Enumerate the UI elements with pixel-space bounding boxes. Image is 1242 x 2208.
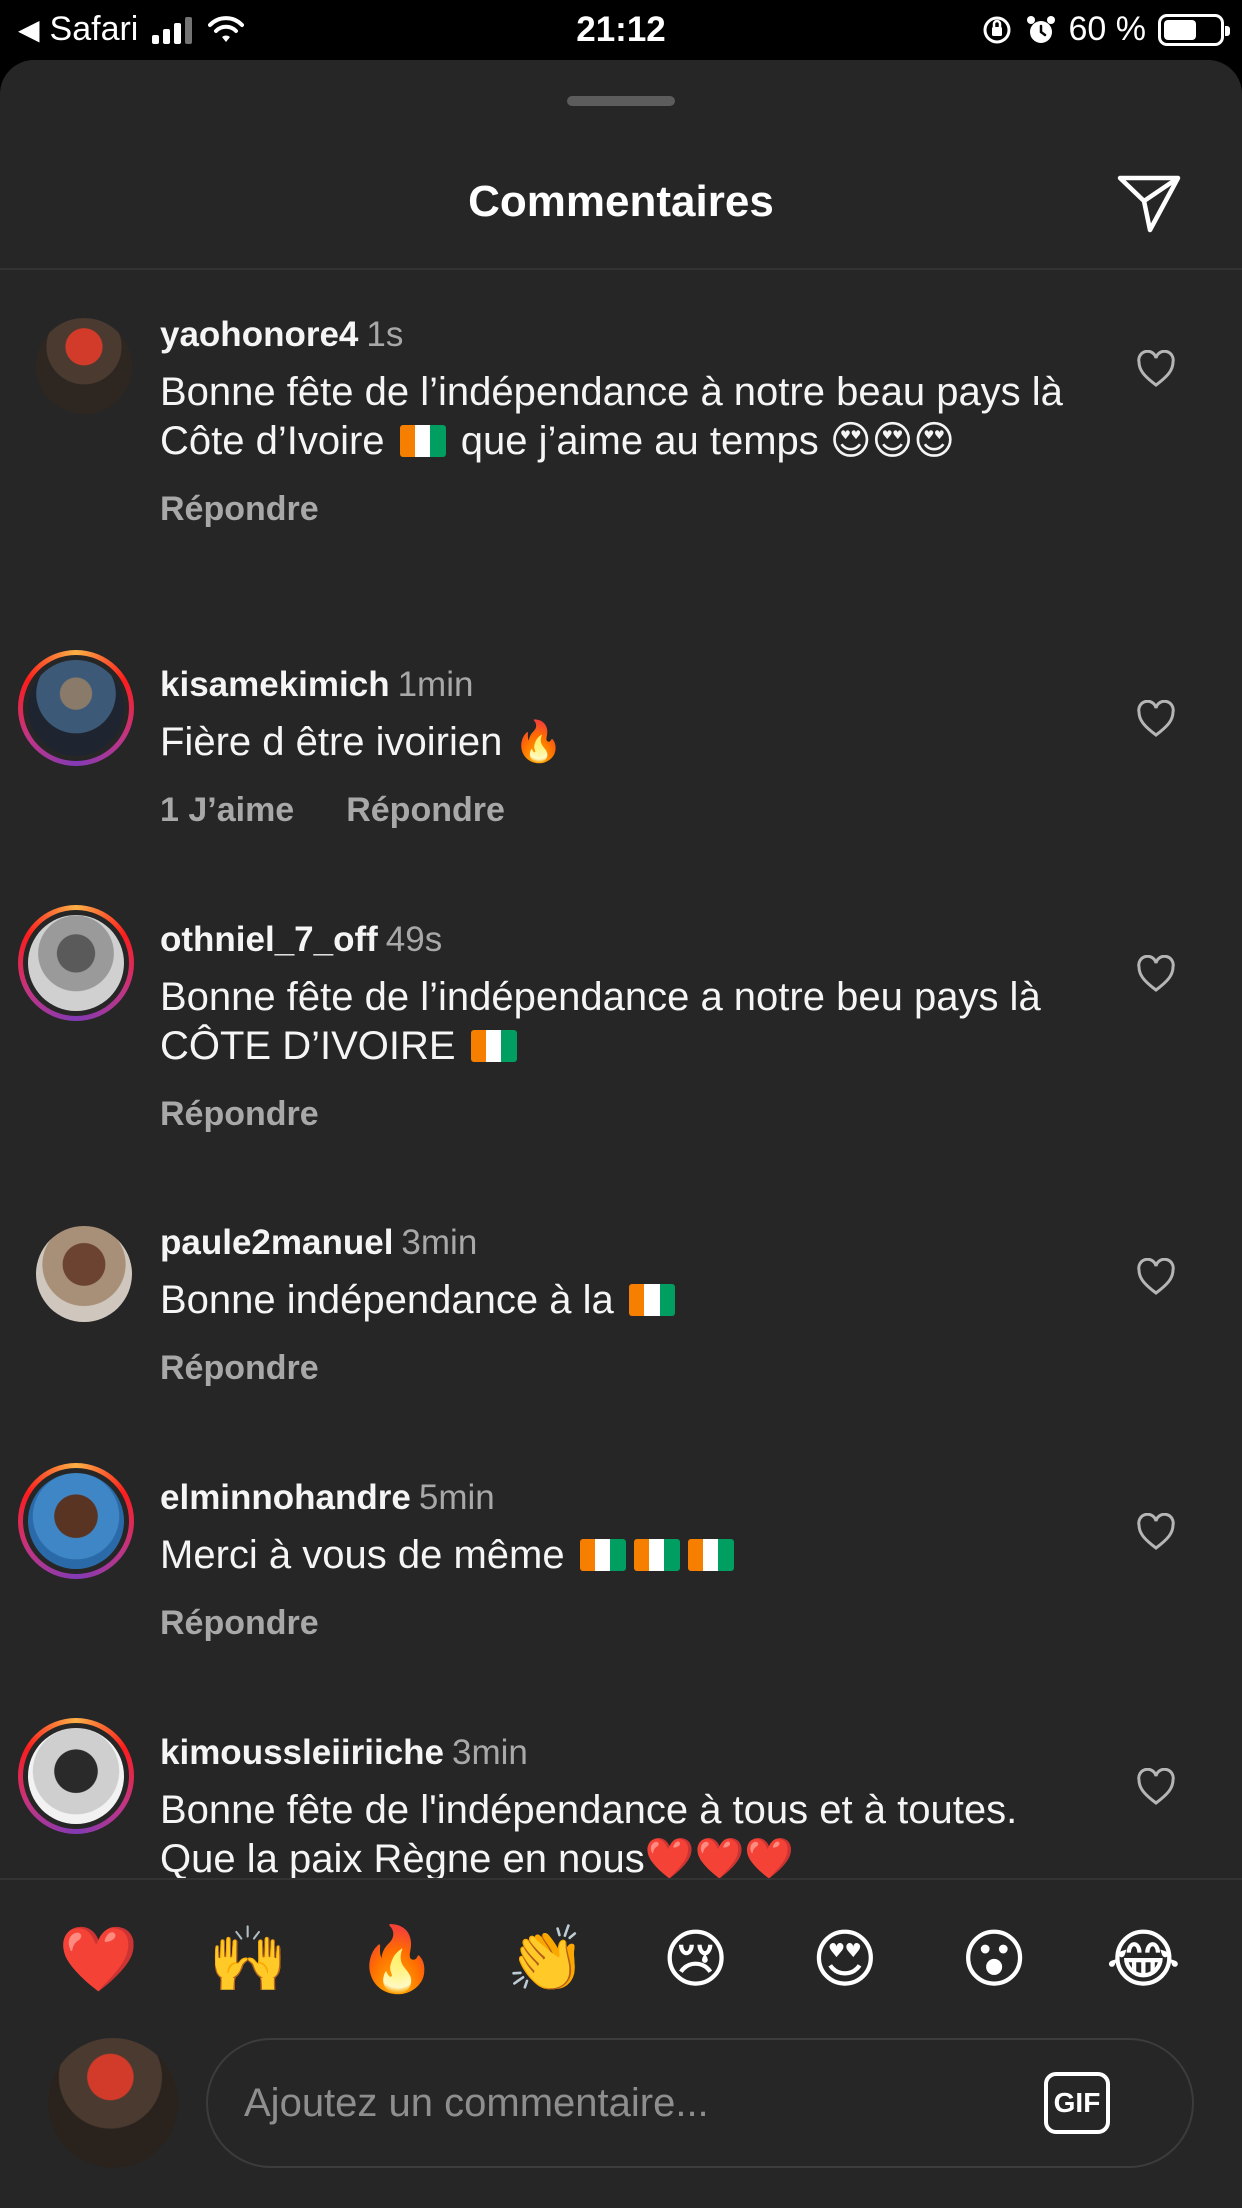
sheet-header: Commentaires — [0, 60, 1242, 270]
comment-text: Fière d être ivoirien 🔥 — [160, 720, 564, 764]
comment-actions: 1 J’aime Répondre — [160, 791, 1090, 830]
avatar[interactable] — [36, 318, 132, 414]
status-right: 60 % — [981, 10, 1230, 49]
reply-button[interactable]: Répondre — [346, 791, 505, 830]
comment-composer: GIF — [0, 2038, 1242, 2208]
comment-username[interactable]: kisamekimich — [160, 665, 390, 704]
reaction-clapping[interactable]: 👏 — [500, 1913, 592, 2005]
heart-icon[interactable] — [1136, 955, 1176, 993]
avatar[interactable] — [28, 1728, 124, 1824]
story-ring[interactable] — [18, 1463, 134, 1579]
comment-text: Bonne fête de l’indépendance à notre bea… — [160, 370, 1063, 463]
ivory-coast-flag-icon — [687, 1539, 734, 1571]
battery-icon — [1158, 13, 1230, 46]
comment-body: yaohonore4 1s Bonne fête de l’indépendanc… — [160, 314, 1090, 529]
gif-button[interactable]: GIF — [1044, 2072, 1110, 2134]
comment-body: othniel_7_off 49s Bonne fête de l’indépen… — [160, 919, 1090, 1134]
reply-button[interactable]: Répondre — [160, 490, 319, 529]
comment-timestamp: 5min — [418, 1478, 495, 1517]
comment-username[interactable]: othniel_7_off — [160, 920, 378, 959]
avatar[interactable] — [28, 915, 124, 1011]
reaction-crying[interactable]: 😢 — [650, 1913, 742, 2005]
comment-text: Bonne indépendance à la — [160, 1276, 1090, 1325]
comment-username[interactable]: paule2manuel — [160, 1223, 393, 1262]
reaction-heart[interactable]: ❤️ — [53, 1913, 145, 2005]
avatar[interactable] — [36, 1226, 132, 1322]
page-title: Commentaires — [468, 177, 774, 226]
heart-icon[interactable] — [1136, 700, 1176, 738]
story-ring[interactable] — [18, 650, 134, 766]
comment-timestamp: 3min — [452, 1733, 528, 1772]
heart-icon[interactable] — [1136, 1258, 1176, 1296]
comment-username[interactable]: yaohonore4 — [160, 315, 358, 354]
comment-body: kimoussleiiriiche 3min Bonne fête de l'in… — [160, 1732, 1090, 1878]
comment-actions: Répondre — [160, 1604, 1090, 1643]
heart-icon[interactable] — [1136, 1768, 1176, 1806]
comment-text: Bonne fête de l'indépendance à tous et à… — [160, 1788, 1018, 1878]
battery-percentage: 60 % — [1068, 10, 1147, 48]
reply-button[interactable]: Répondre — [160, 1604, 319, 1643]
comment-input[interactable] — [244, 2040, 1024, 2166]
comment-timestamp: 3min — [401, 1223, 478, 1262]
comment-timestamp: 49s — [385, 920, 443, 959]
reply-button[interactable]: Répondre — [160, 1095, 319, 1134]
heart-icon[interactable] — [1136, 350, 1176, 388]
comment-timestamp: 1s — [366, 315, 404, 354]
reaction-fire[interactable]: 🔥 — [351, 1913, 443, 2005]
avatar[interactable] — [28, 1473, 124, 1569]
ivory-coast-flag-icon — [628, 1284, 675, 1316]
reaction-raised-hands[interactable]: 🙌 — [202, 1913, 294, 2005]
reaction-heart-eyes[interactable]: 😍 — [799, 1913, 891, 2005]
orientation-lock-icon — [983, 16, 1010, 43]
comments-list[interactable]: yaohonore4 1s Bonne fête de l’indépendanc… — [0, 272, 1242, 1878]
ivory-coast-flag-icon — [633, 1539, 680, 1571]
reply-button[interactable]: Répondre — [160, 1349, 319, 1388]
share-paper-plane-icon[interactable] — [1116, 173, 1182, 233]
story-ring[interactable] — [18, 1718, 134, 1834]
comment-text: Bonne fête de l’indépendance a notre beu… — [160, 975, 1041, 1068]
current-user-avatar[interactable] — [48, 2038, 178, 2168]
reaction-surprised[interactable]: 😮 — [948, 1913, 1040, 2005]
comment-avatar-wrap[interactable] — [36, 318, 132, 414]
comment-actions: Répondre — [160, 1349, 1090, 1388]
heart-icon[interactable] — [1136, 1513, 1176, 1551]
comment-input-box[interactable]: GIF — [206, 2038, 1194, 2168]
status-bar: ◀ Safari 21:12 60 % — [0, 0, 1242, 62]
reaction-laughing[interactable]: 😂 — [1097, 1913, 1189, 2005]
comment-actions: Répondre — [160, 1095, 1090, 1134]
comment-username[interactable]: elminnohandre — [160, 1478, 411, 1517]
emoji-reaction-bar: ❤️ 🙌 🔥 👏 😢 😍 😮 😂 — [0, 1878, 1242, 2038]
comment-actions: Répondre — [160, 490, 1090, 529]
comment-username[interactable]: kimoussleiiriiche — [160, 1733, 444, 1772]
comment-avatar-wrap[interactable] — [36, 1226, 132, 1322]
ivory-coast-flag-icon — [470, 1030, 517, 1062]
avatar[interactable] — [28, 660, 124, 756]
ivory-coast-flag-icon — [399, 425, 446, 457]
alarm-icon — [1026, 15, 1055, 43]
comment-text: Merci à vous de même — [160, 1531, 1090, 1580]
ivory-coast-flag-icon — [579, 1539, 626, 1571]
comment-body: kisamekimich 1min Fière d être ivoirien 🔥… — [160, 664, 1090, 830]
comment-body: paule2manuel 3min Bonne indépendance à la… — [160, 1222, 1090, 1388]
likes-count[interactable]: 1 J’aime — [160, 791, 294, 830]
comment-timestamp: 1min — [397, 665, 474, 704]
story-ring[interactable] — [18, 905, 134, 1021]
comments-sheet: Commentaires yaohonore4 1s Bonne fête de … — [0, 60, 1242, 2208]
comment-body: elminnohandre 5min Merci à vous de même R… — [160, 1477, 1090, 1643]
